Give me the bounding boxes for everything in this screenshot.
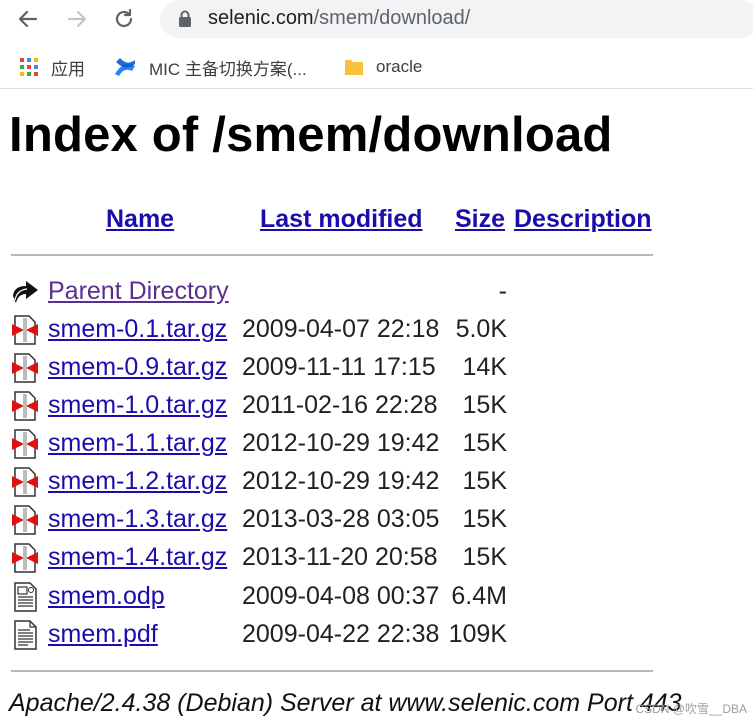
column-header-last-modified[interactable]: Last modified xyxy=(260,205,423,234)
url-host: selenic.com xyxy=(208,7,314,29)
page-content: Index of /smem/download Name Last modifi… xyxy=(0,89,753,723)
back-arrow-folder-icon xyxy=(13,281,38,303)
compressed-file-icon xyxy=(12,543,38,573)
file-link[interactable]: smem-0.1.tar.gz xyxy=(48,315,227,344)
file-size: 15K xyxy=(462,543,507,571)
server-signature: Apache/2.4.38 (Debian) Server at www.sel… xyxy=(9,689,682,717)
file-size: 14K xyxy=(462,353,507,381)
bookmark-oracle[interactable]: oracle xyxy=(344,54,422,80)
back-arrow-icon xyxy=(18,10,38,28)
file-row: smem-0.9.tar.gz 2009-11-11 17:15 14K xyxy=(0,349,753,387)
file-modified: 2013-03-28 03:05 xyxy=(242,505,440,533)
file-link[interactable]: smem.odp xyxy=(48,582,165,611)
file-modified: 2009-04-08 00:37 xyxy=(242,582,440,610)
reload-icon xyxy=(115,8,133,28)
bookmark-mic[interactable]: MIC 主备切换方案(... xyxy=(113,54,307,80)
file-row: smem.odp 2009-04-08 00:37 6.4M xyxy=(0,578,753,616)
confluence-icon xyxy=(113,56,137,78)
column-header-name[interactable]: Name xyxy=(106,205,174,234)
url-path: /smem/download/ xyxy=(313,7,471,29)
file-row: smem-1.2.tar.gz 2012-10-29 19:42 15K xyxy=(0,463,753,501)
url-text: selenic.com/smem/download/ xyxy=(208,5,470,31)
text-file-icon xyxy=(14,620,37,650)
watermark: CSDN @吹雪__DBA xyxy=(635,702,747,716)
file-modified: 2013-11-20 20:58 xyxy=(242,543,438,571)
bookmarks-bar: 应用 MIC 主备切换方案(... oracle xyxy=(0,46,753,89)
file-modified: 2011-02-16 22:28 xyxy=(242,391,438,419)
forward-arrow-icon xyxy=(67,10,87,28)
layout-file-icon xyxy=(14,582,37,612)
file-size: 6.4M xyxy=(451,582,507,610)
file-row: smem.pdf 2009-04-22 22:38 109K xyxy=(0,616,753,654)
file-row: smem-1.1.tar.gz 2012-10-29 19:42 15K xyxy=(0,425,753,463)
compressed-file-icon xyxy=(12,315,38,345)
file-modified: 2009-04-22 22:38 xyxy=(242,620,440,648)
file-size: 15K xyxy=(462,505,507,533)
file-row: smem-1.0.tar.gz 2011-02-16 22:28 15K xyxy=(0,387,753,425)
file-row: smem-1.4.tar.gz 2013-11-20 20:58 15K xyxy=(0,539,753,577)
header-divider xyxy=(11,254,653,256)
bookmark-label: oracle xyxy=(376,57,423,76)
file-row: smem-0.1.tar.gz 2009-04-07 22:18 5.0K xyxy=(0,311,753,349)
file-link[interactable]: smem-1.3.tar.gz xyxy=(48,505,227,534)
file-size: 109K xyxy=(448,620,507,648)
back-button[interactable] xyxy=(13,4,43,34)
file-modified: 2012-10-29 19:42 xyxy=(242,467,440,495)
footer-divider xyxy=(11,670,653,672)
file-modified: 2012-10-29 19:42 xyxy=(242,429,440,457)
folder-icon xyxy=(344,57,364,77)
file-modified: 2009-04-07 22:18 xyxy=(242,315,440,343)
parent-directory-link[interactable]: Parent Directory xyxy=(48,277,229,306)
compressed-file-icon xyxy=(12,505,38,535)
file-link[interactable]: smem.pdf xyxy=(48,620,158,649)
file-link[interactable]: smem-1.4.tar.gz xyxy=(48,543,227,572)
bookmark-apps[interactable]: 应用 xyxy=(19,54,85,80)
bookmark-label: MIC 主备切换方案(... xyxy=(149,59,307,79)
compressed-file-icon xyxy=(12,391,38,421)
lock-icon xyxy=(179,10,191,27)
column-header-size[interactable]: Size xyxy=(455,205,505,234)
apps-grid-icon xyxy=(19,57,39,77)
reload-button[interactable] xyxy=(109,4,139,34)
file-link[interactable]: smem-1.0.tar.gz xyxy=(48,391,227,420)
column-header-description[interactable]: Description xyxy=(514,205,652,234)
page-title: Index of /smem/download xyxy=(9,108,613,162)
file-link[interactable]: smem-1.1.tar.gz xyxy=(48,429,227,458)
file-row: smem-1.3.tar.gz 2013-03-28 03:05 15K xyxy=(0,501,753,539)
compressed-file-icon xyxy=(12,429,38,459)
forward-button[interactable] xyxy=(62,4,92,34)
file-link[interactable]: smem-1.2.tar.gz xyxy=(48,467,227,496)
file-size: 15K xyxy=(462,467,507,495)
address-bar[interactable]: selenic.com/smem/download/ xyxy=(160,0,753,38)
parent-size: - xyxy=(498,277,507,305)
bookmark-label: 应用 xyxy=(51,59,85,79)
compressed-file-icon xyxy=(12,353,38,383)
browser-toolbar: selenic.com/smem/download/ xyxy=(0,0,753,42)
file-size: 5.0K xyxy=(455,315,507,343)
file-modified: 2009-11-11 17:15 xyxy=(242,353,436,381)
compressed-file-icon xyxy=(12,467,38,497)
parent-directory-row: Parent Directory - xyxy=(0,273,753,311)
file-link[interactable]: smem-0.9.tar.gz xyxy=(48,353,227,382)
file-size: 15K xyxy=(462,429,507,457)
file-size: 15K xyxy=(462,391,507,419)
